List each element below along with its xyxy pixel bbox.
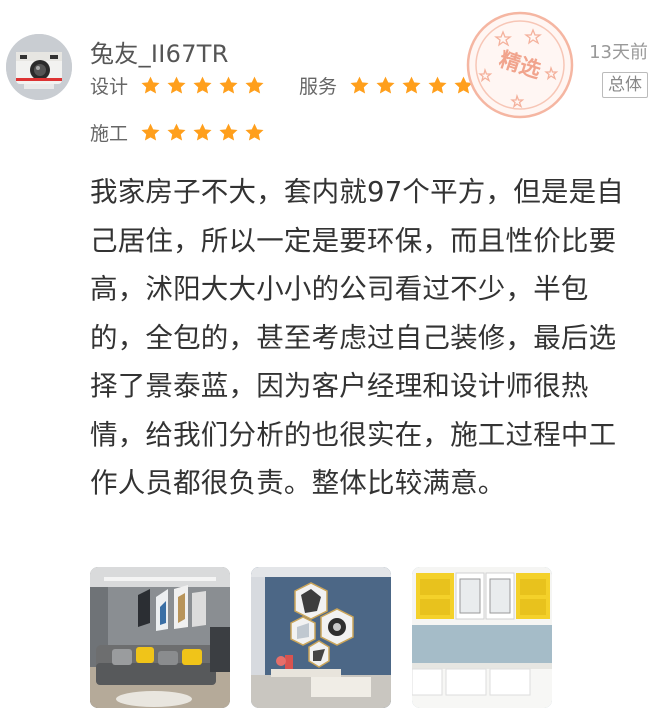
featured-stamp: 精选 — [466, 11, 574, 119]
rating-design: 设计 — [90, 72, 265, 99]
star-group — [140, 75, 265, 96]
star-icon — [193, 76, 212, 94]
hexagon-wall-decor-photo[interactable] — [251, 567, 391, 708]
username[interactable]: 兔友_II67TR — [90, 34, 229, 69]
avatar[interactable] — [6, 34, 72, 100]
rating-label: 设计 — [90, 76, 129, 98]
rating-label: 服务 — [299, 76, 338, 98]
rating-label: 施工 — [90, 123, 129, 145]
star-icon — [219, 123, 238, 141]
star-icon — [245, 76, 264, 94]
camera-avatar-icon — [6, 34, 72, 100]
yellow-cabinet-photo[interactable] — [412, 567, 552, 708]
star-icon — [402, 76, 421, 94]
review-text: 我家房子不大，套内就97个平方，但是是自己居住，所以一定是要环保，而且性价比要高… — [90, 176, 624, 499]
star-icon — [167, 123, 186, 141]
star-icon — [376, 76, 395, 94]
star-group — [349, 75, 474, 96]
star-icon — [193, 123, 212, 141]
living-room-sofa-photo[interactable] — [90, 567, 230, 708]
star-icon — [350, 76, 369, 94]
star-icon — [141, 123, 160, 141]
overall-tag[interactable]: 总体 — [602, 72, 648, 98]
star-icon — [141, 76, 160, 94]
photo-gallery — [90, 567, 552, 708]
rating-service: 服务 — [299, 72, 474, 99]
rating-construction: 施工 — [90, 119, 265, 146]
star-icon — [167, 76, 186, 94]
review-card: 兔友_II67TR 设计 服务 施工 精选 13天前 总体 我家房子不大，套内就… — [0, 0, 662, 720]
star-icon — [245, 123, 264, 141]
star-icon — [428, 76, 447, 94]
star-group — [140, 122, 265, 143]
review-date: 13天前 — [589, 42, 648, 63]
star-icon — [219, 76, 238, 94]
